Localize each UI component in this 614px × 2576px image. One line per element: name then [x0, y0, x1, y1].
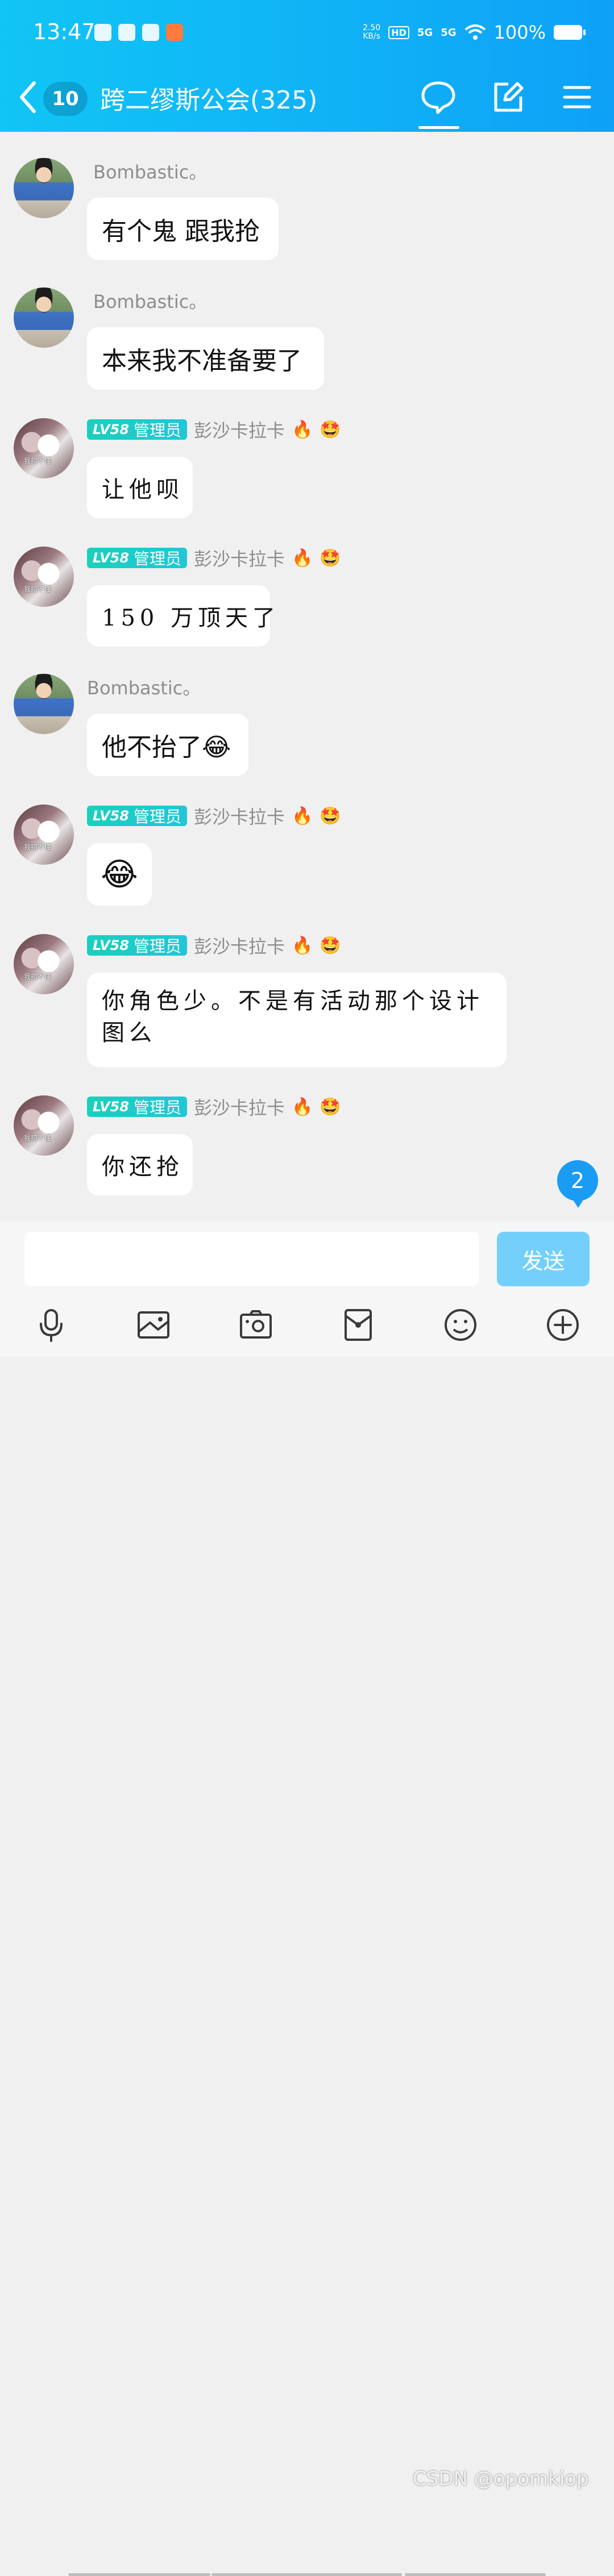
hd-icon: HD	[388, 26, 409, 39]
star-face-icon: 🤩	[320, 806, 341, 826]
message-bubble[interactable]: 他不抬了😂	[87, 714, 248, 776]
wifi-icon	[464, 24, 486, 40]
sender-name[interactable]: 彭沙卡拉卡	[194, 932, 285, 958]
composer-toolbar	[0, 1307, 614, 1347]
fire-icon: 🔥	[292, 806, 313, 826]
fire-icon: 🔥	[292, 935, 313, 956]
avatar[interactable]	[14, 158, 74, 218]
image-icon[interactable]	[135, 1307, 172, 1343]
level-badge: LV58 管理员	[87, 1097, 187, 1117]
sender-name[interactable]: 彭沙卡拉卡	[194, 1094, 285, 1120]
back-arrow-icon[interactable]	[17, 77, 40, 117]
camera-icon[interactable]	[238, 1307, 274, 1343]
network-speed: 2.50 KB/s	[363, 23, 381, 41]
message-meta: Bombastic。	[93, 289, 207, 312]
sender-name[interactable]: Bombastic。	[93, 158, 207, 184]
status-bar: 13:47 2.50 KB/s HD 5G 5G 100%	[0, 0, 614, 66]
red-packet-icon[interactable]	[340, 1307, 376, 1343]
star-face-icon: 🤩	[320, 419, 341, 440]
baidu-icon	[142, 24, 159, 41]
battery-percent: 100%	[493, 22, 546, 43]
avatar[interactable]: 我搞不懂	[14, 805, 74, 865]
new-message-badge[interactable]: 2	[557, 1160, 598, 1208]
star-face-icon: 🤩	[320, 935, 341, 956]
avatar[interactable]	[14, 287, 74, 348]
message-bubble[interactable]: 150 万顶天了	[87, 585, 275, 647]
send-button[interactable]: 发送	[497, 1232, 590, 1286]
message-bubble[interactable]: 你角色少。不是有活动那个设计图么	[87, 973, 507, 1067]
message-meta: LV58 管理员 彭沙卡拉卡 🔥 🤩	[87, 934, 341, 957]
level-badge: LV58 管理员	[87, 935, 187, 956]
battery-icon	[554, 25, 586, 40]
status-time: 13:47	[33, 19, 96, 44]
unread-count-badge[interactable]: 10	[43, 82, 88, 116]
home-indicator	[211, 2573, 402, 2576]
chat-bubble-icon[interactable]	[418, 77, 458, 117]
message-meta: LV58 管理员 彭沙卡拉卡 🔥 🤩	[87, 545, 341, 571]
avatar[interactable]: 我搞不懂	[14, 1095, 74, 1156]
sender-name[interactable]: 彭沙卡拉卡	[194, 545, 285, 571]
sender-name[interactable]: 彭沙卡拉卡	[194, 416, 285, 443]
edit-icon[interactable]	[488, 77, 528, 117]
message-meta: LV58 管理员 彭沙卡拉卡 🔥 🤩	[87, 418, 341, 441]
signal-5g-icon-2: 5G	[441, 26, 457, 39]
signal-5g-icon: 5G	[417, 26, 433, 39]
message-bubble[interactable]: 有个鬼 跟我抢	[87, 198, 279, 260]
message-meta: LV58 管理员 彭沙卡拉卡 🔥 🤩	[87, 1094, 341, 1120]
message-bubble[interactable]: 😂	[87, 843, 152, 906]
message-bubble[interactable]: 你还抢	[87, 1134, 193, 1195]
home-indicator	[68, 2573, 210, 2576]
avatar[interactable]	[14, 674, 74, 734]
app-notification-icon	[166, 24, 183, 41]
home-indicator	[405, 2573, 546, 2576]
title-bar: 10 跨二缪斯公会(325)	[0, 66, 614, 132]
star-face-icon: 🤩	[320, 548, 341, 568]
page-title[interactable]: 跨二缪斯公会(325)	[100, 80, 317, 116]
message-bubble[interactable]: 让他呗	[87, 457, 193, 518]
plus-icon[interactable]	[545, 1307, 581, 1343]
level-badge: LV58 管理员	[87, 419, 187, 440]
composer-bar: 发送 CSDN @opomkiop	[0, 1222, 614, 2576]
watermark: CSDN @opomkiop	[413, 2467, 589, 2490]
app-header: 13:47 2.50 KB/s HD 5G 5G 100% 10 跨二缪斯公会(…	[0, 0, 614, 132]
sender-name[interactable]: Bombastic。	[93, 287, 207, 314]
message-meta: Bombastic。	[87, 674, 201, 700]
gift-icon	[118, 24, 135, 41]
level-badge: LV58 管理员	[87, 806, 187, 826]
notification-icons	[94, 24, 183, 41]
sender-name[interactable]: Bombastic。	[87, 674, 201, 700]
active-tab-indicator	[418, 126, 459, 129]
fire-icon: 🔥	[292, 419, 313, 440]
star-face-icon: 🤩	[320, 1097, 341, 1117]
avatar[interactable]: 我搞不懂	[14, 418, 74, 478]
sender-name[interactable]: 彭沙卡拉卡	[194, 803, 285, 829]
level-badge: LV58 管理员	[87, 548, 187, 568]
status-indicators: 2.50 KB/s HD 5G 5G 100%	[363, 22, 586, 43]
message-input[interactable]	[24, 1232, 479, 1286]
message-meta: LV58 管理员 彭沙卡拉卡 🔥 🤩	[87, 803, 341, 829]
message-bubble[interactable]: 本来我不准备要了	[87, 327, 324, 390]
message-meta: Bombastic。	[93, 158, 207, 184]
fire-icon: 🔥	[292, 1097, 313, 1117]
menu-icon[interactable]	[557, 77, 597, 117]
fire-icon: 🔥	[292, 548, 313, 568]
avatar[interactable]: 我搞不懂	[14, 547, 74, 607]
bilibili-icon	[94, 24, 111, 41]
microphone-icon[interactable]	[33, 1307, 69, 1343]
avatar[interactable]: 我搞不懂	[14, 934, 74, 994]
emoji-icon[interactable]	[442, 1307, 479, 1343]
